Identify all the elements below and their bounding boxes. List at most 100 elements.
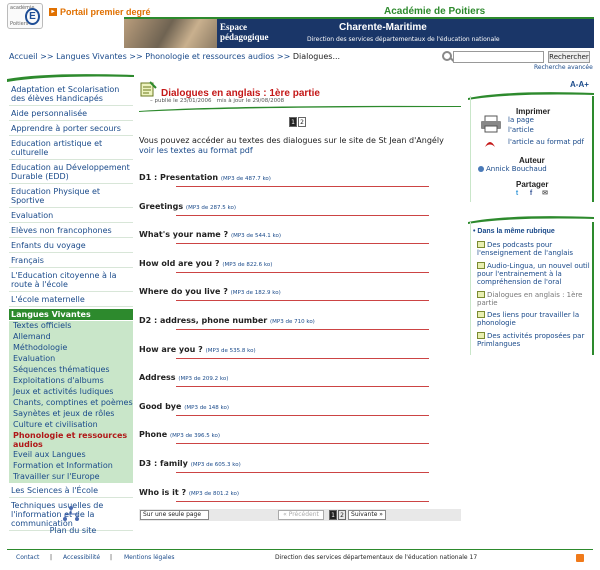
pagination-top: 1 2 — [289, 117, 306, 127]
page-2-button[interactable]: 2 — [338, 510, 346, 520]
submenu-item[interactable]: Saynètes et jeux de rôles — [9, 409, 133, 420]
sidebar-item-evaluation[interactable]: Evaluation — [9, 210, 133, 223]
rubric-item[interactable]: Des activités proposées par Primlangues — [477, 332, 590, 348]
breadcrumb-current: Dialogues... — [292, 52, 341, 61]
submenu-item[interactable]: Formation et Information — [9, 461, 133, 472]
submenu-item[interactable]: Evaluation — [9, 354, 133, 365]
previous-button[interactable]: « Précédent — [278, 510, 324, 520]
mp3-link[interactable]: (MP3 de 822.6 ko) — [222, 262, 272, 268]
site-banner[interactable]: Espace pédagogique Charente-Maritime Dire… — [124, 19, 594, 48]
next-button[interactable]: Suivante » — [348, 510, 386, 520]
submenu-item[interactable]: Culture et civilisation — [9, 420, 133, 431]
banner-title: Espace pédagogique — [220, 22, 269, 42]
mp3-link[interactable]: (MP3 de 710 ko) — [270, 319, 315, 325]
search-input[interactable] — [453, 51, 544, 63]
footer-divider — [7, 549, 593, 550]
sidebar-item-aide[interactable]: Aide personnalisée — [9, 108, 133, 121]
mp3-link[interactable]: (MP3 de 487.7 ko) — [221, 176, 271, 182]
advanced-search-link[interactable]: Recherche avancée — [534, 64, 593, 71]
mp3-link[interactable]: (MP3 de 396.5 ko) — [170, 433, 220, 439]
mp3-link[interactable]: (MP3 de 287.5 ko) — [186, 205, 236, 211]
submenu-item[interactable]: Allemand — [9, 332, 133, 343]
mp3-link[interactable]: (MP3 de 605.3 ko) — [191, 462, 241, 468]
sidebar-item-route[interactable]: L'Education citoyenne à la route à l'éco… — [9, 270, 133, 292]
legal-link[interactable]: Mentions légales — [124, 554, 175, 561]
sitemap-icon[interactable] — [62, 505, 80, 523]
breadcrumb-home[interactable]: Accueil — [9, 52, 38, 61]
dialogue-item: How old are you ? (MP3 de 822.6 ko) — [139, 259, 272, 268]
title-swoosh — [139, 105, 461, 112]
print-article-link[interactable]: l'article — [508, 126, 534, 134]
mp3-link[interactable]: (MP3 de 148 ko) — [184, 405, 229, 411]
pdf-texts-link[interactable]: voir les textes au format pdf — [139, 146, 253, 155]
dialogue-item: D1 : Presentation (MP3 de 487.7 ko) — [139, 173, 271, 182]
submenu-item[interactable]: Méthodologie — [9, 343, 133, 354]
font-size-controls[interactable]: A-A+ — [570, 80, 589, 89]
page-1-button[interactable]: 1 — [289, 117, 297, 127]
academy-logo[interactable]: académie E Poitiers — [7, 3, 43, 29]
submenu-item-current[interactable]: Phonologie et ressources audios — [9, 431, 133, 450]
sidebar-item-edd[interactable]: Education au Développement Durable (EDD) — [9, 162, 133, 184]
dialogue-title: Phone — [139, 430, 168, 439]
sidebar-item-ash[interactable]: Adaptation et Scolarisation des élèves H… — [9, 84, 133, 106]
one-page-button[interactable]: Sur une seule page — [140, 510, 209, 520]
submenu-item[interactable]: Travailler sur l'Europe — [9, 472, 133, 483]
submenu-item[interactable]: Textes officiels — [9, 321, 133, 332]
dialogue-item: Greetings (MP3 de 287.5 ko) — [139, 202, 236, 211]
sitemap-link[interactable]: Plan du site — [48, 526, 98, 535]
mp3-link[interactable]: (MP3 de 182.9 ko) — [231, 290, 281, 296]
left-swoosh — [7, 74, 134, 82]
mp3-link[interactable]: (MP3 de 535.8 ko) — [206, 348, 256, 354]
dialogue-item: What's your name ? (MP3 de 544.1 ko) — [139, 230, 281, 239]
share-title: Partager — [516, 180, 549, 189]
breadcrumb-phonologie[interactable]: Phonologie et ressources audios — [145, 52, 274, 61]
submenu-item[interactable]: Séquences thématiques — [9, 365, 133, 376]
breadcrumb-langues[interactable]: Langues Vivantes — [56, 52, 127, 61]
rubric-item[interactable]: Des liens pour travailler la phonologie — [477, 311, 590, 327]
dialogue-title: Who is it ? — [139, 488, 187, 497]
accessibility-link[interactable]: Accessibilité — [63, 554, 100, 561]
pdf-article-link[interactable]: l'article au format pdf — [508, 138, 584, 146]
email-icon[interactable]: ✉ — [541, 190, 549, 198]
print-page-link[interactable]: la page — [508, 116, 534, 124]
twitter-icon[interactable]: t — [513, 190, 521, 198]
mp3-link[interactable]: (MP3 de 801.2 ko) — [189, 491, 239, 497]
banner-dept: Charente-Maritime — [339, 22, 427, 33]
submenu-item[interactable]: Chants, comptines et poèmes — [9, 398, 133, 409]
portal-link[interactable]: ▸ Portail premier degré — [49, 7, 151, 17]
document-icon — [477, 291, 485, 298]
audio-player-line — [176, 415, 429, 416]
sidebar-item-secours[interactable]: Apprendre à porter secours — [9, 123, 133, 136]
printer-icon[interactable] — [480, 115, 502, 133]
document-icon — [477, 311, 485, 318]
sidebar-item-voyage[interactable]: Enfants du voyage — [9, 240, 133, 253]
dialogue-item: Who is it ? (MP3 de 801.2 ko) — [139, 488, 239, 497]
mp3-link[interactable]: (MP3 de 544.1 ko) — [231, 233, 281, 239]
facebook-icon[interactable]: f — [527, 190, 535, 198]
sidebar-item-langues[interactable]: Langues Vivantes — [9, 309, 133, 320]
audio-player-line — [176, 186, 429, 187]
contact-link[interactable]: Contact — [16, 554, 39, 561]
sidebar-item-francais[interactable]: Français — [9, 255, 133, 268]
submenu-item[interactable]: Exploitations d'albums — [9, 376, 133, 387]
rubric-item[interactable]: Audio-Lingua, un nouvel outil pour l'ent… — [477, 262, 590, 286]
rubric-item[interactable]: Des podcasts pour l'enseignement de l'an… — [477, 241, 590, 257]
sidebar-item-eps[interactable]: Education Physique et Sportive — [9, 186, 133, 208]
sidebar-item-maternelle[interactable]: L'école maternelle — [9, 294, 133, 307]
sidebar-item-sciences[interactable]: Les Sciences à l'École — [9, 485, 133, 498]
search-button[interactable]: Rechercher — [548, 51, 590, 63]
rubric-item-current: Dialogues en anglais : 1ère partie — [477, 291, 583, 307]
submenu-item[interactable]: Jeux et activités ludiques — [9, 387, 133, 398]
page-1-button[interactable]: 1 — [329, 510, 337, 520]
dialogue-title: Where do you live ? — [139, 287, 228, 296]
rss-icon[interactable] — [576, 554, 584, 562]
dialogue-title: How are you ? — [139, 345, 203, 354]
sidebar-item-artistique[interactable]: Education artistique et culturelle — [9, 138, 133, 160]
author-link[interactable]: Annick Bouchaud — [486, 165, 547, 173]
dialogue-title: Address — [139, 373, 176, 382]
mp3-link[interactable]: (MP3 de 209.2 ko) — [178, 376, 228, 382]
pdf-icon[interactable] — [483, 137, 497, 149]
submenu-item[interactable]: Eveil aux Langues — [9, 450, 133, 461]
page-2-button[interactable]: 2 — [298, 117, 306, 127]
sidebar-item-allophones[interactable]: Elèves non francophones — [9, 225, 133, 238]
